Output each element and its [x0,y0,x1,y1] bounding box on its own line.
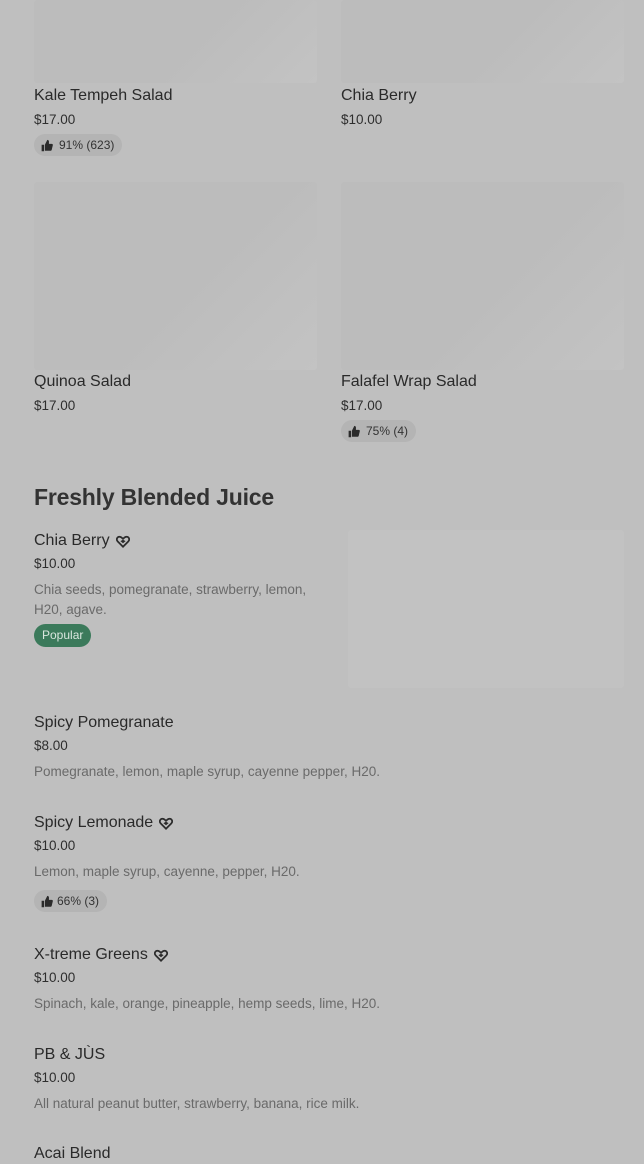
item-description: Spinach, kale, orange, pineapple, hemp s… [34,996,380,1011]
item-price: $10.00 [34,838,76,853]
item-name-row: Acai Blend [34,1144,624,1164]
item-description: Chia seeds, pomegranate, strawberry, lem… [34,582,307,617]
item-description: Pomegranate, lemon, maple syrup, cayenne… [34,764,380,779]
item-image [34,0,317,83]
item-name-row: Spicy Pomegranate [34,713,624,733]
menu-item-pb-and-jus[interactable]: PB & JÙS $10.00 All natural peanut butte… [34,1045,624,1114]
rating-text: 66% (3) [57,894,100,908]
item-image [34,182,317,370]
item-image [348,530,624,688]
item-name: Acai Blend [34,1145,111,1162]
menu-item-spicy-lemonade[interactable]: Spicy Lemonade $10.00 Lemon, maple syrup… [34,813,624,913]
item-price: $10.00 [34,970,76,985]
menu-card-quinoa-salad[interactable]: Quinoa Salad $17.00 [34,182,317,422]
menu-item-acai-blend[interactable]: Acai Blend [34,1144,624,1164]
heart-icon [153,949,168,962]
popular-badge: Popular [34,624,92,647]
item-name: Quinoa Salad [34,373,131,390]
menu-item-spicy-pomegranate[interactable]: Spicy Pomegranate $8.00 Pomegranate, lem… [34,713,624,782]
heart-icon [115,535,130,548]
item-name: Spicy Lemonade [34,814,154,831]
item-name: Kale Tempeh Salad [34,87,173,104]
item-price: $17.00 [34,112,76,127]
rating-badge: 66% (3) [34,890,108,912]
thumbs-up-icon [348,425,360,437]
item-name: PB & JÙS [34,1046,106,1063]
thumbs-up-icon [41,895,53,907]
heart-icon [159,817,174,830]
item-name: X-treme Greens [34,946,148,963]
item-price: $17.00 [341,398,383,413]
rating-text: 91% (623) [59,138,115,152]
item-description: Lemon, maple syrup, cayenne, pepper, H20… [34,864,300,879]
item-price: $17.00 [34,398,76,413]
menu-card-falafel-wrap-salad[interactable]: Falafel Wrap Salad $17.00 75% (4) [341,182,624,446]
menu-card-kale-tempeh-salad[interactable]: Kale Tempeh Salad $17.00 91% (623) [34,0,317,160]
menu-item-x-treme-greens[interactable]: X-treme Greens $10.00 Spinach, kale, ora… [34,945,624,1014]
item-name-row: X-treme Greens [34,945,624,965]
menu-card-chia-berry[interactable]: Chia Berry $10.00 [341,0,624,140]
thumbs-up-icon [41,139,53,151]
item-description: All natural peanut butter, strawberry, b… [34,1096,360,1111]
rating-text: 75% (4) [366,424,409,438]
item-image [341,182,624,370]
item-name-row: Spicy Lemonade [34,813,624,833]
item-price: $10.00 [34,1070,76,1085]
rating-badge: 75% (4) [341,420,417,442]
item-name: Chia Berry [34,532,110,549]
item-name: Spicy Pomegranate [34,714,174,731]
item-price: $10.00 [341,112,383,127]
item-image [341,0,624,83]
item-name: Falafel Wrap Salad [341,373,477,390]
item-price: $8.00 [34,738,68,753]
item-name-row: PB & JÙS [34,1045,624,1065]
item-name: Chia Berry [341,87,417,104]
section-title: Freshly Blended Juice [34,484,274,510]
rating-badge: 91% (623) [34,134,123,156]
